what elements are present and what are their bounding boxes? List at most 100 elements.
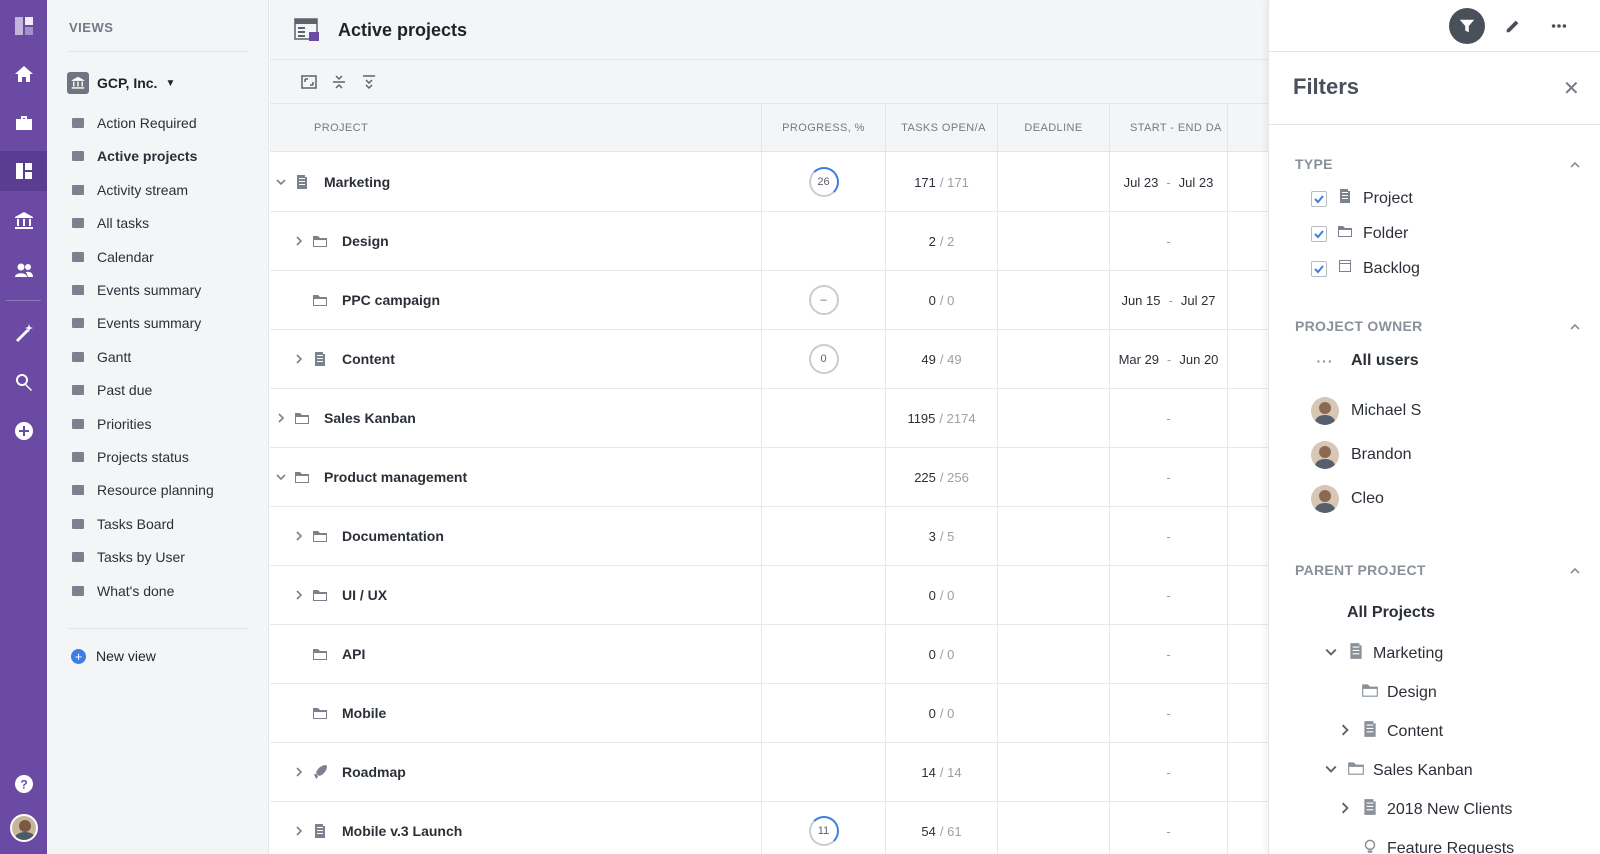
edit-icon[interactable]	[1495, 8, 1531, 44]
chevron-right-icon[interactable]	[292, 765, 306, 779]
type-filter-option[interactable]: Backlog	[1311, 258, 1420, 279]
logo-icon[interactable]	[0, 6, 47, 46]
project-name[interactable]: UI / UX	[342, 587, 387, 603]
expand-fullscreen-icon[interactable]	[300, 73, 318, 91]
chevron-right-icon[interactable]	[292, 234, 306, 248]
project-name[interactable]: API	[342, 646, 365, 662]
type-filter-option[interactable]: Folder	[1311, 223, 1408, 244]
view-item[interactable]: Tasks Board	[71, 512, 174, 536]
view-item[interactable]: Events summary	[71, 311, 201, 335]
view-item[interactable]: Active projects	[71, 144, 197, 168]
project-name[interactable]: Roadmap	[342, 764, 406, 780]
chevron-up-icon[interactable]	[1569, 564, 1581, 576]
type-filter-option[interactable]: Project	[1311, 188, 1413, 209]
checkbox-checked[interactable]	[1311, 190, 1327, 207]
project-name[interactable]: Marketing	[324, 174, 390, 190]
checkbox-checked[interactable]	[1311, 260, 1327, 277]
view-item[interactable]: Events summary	[71, 278, 201, 302]
help-icon[interactable]: ?	[0, 764, 47, 804]
table-row[interactable]: PPC campaign – 0/ 0 Jun 15- Jul 27	[270, 270, 1268, 330]
tree-item[interactable]: Content	[1339, 720, 1443, 743]
column-start-end[interactable]: START - END DA	[1110, 104, 1228, 152]
more-icon[interactable]	[1541, 8, 1577, 44]
user-avatar[interactable]	[0, 808, 47, 848]
search-icon[interactable]	[0, 362, 47, 402]
view-item[interactable]: Action Required	[71, 111, 197, 135]
view-item[interactable]: Calendar	[71, 245, 154, 269]
view-item[interactable]: All tasks	[71, 211, 149, 235]
tree-all-projects[interactable]: All Projects	[1347, 604, 1435, 622]
type-section-title[interactable]: TYPE	[1295, 156, 1333, 172]
project-name[interactable]: Product management	[324, 469, 467, 485]
chevron-right-icon[interactable]	[1339, 723, 1353, 741]
owner-option[interactable]: Michael S	[1311, 397, 1421, 425]
table-row[interactable]: API 0/ 0 -	[270, 624, 1268, 684]
briefcase-icon[interactable]	[0, 103, 47, 143]
org-switcher[interactable]: GCP, Inc. ▼	[67, 72, 175, 94]
project-name[interactable]: Mobile	[342, 705, 386, 721]
view-item[interactable]: Past due	[71, 378, 152, 402]
table-row[interactable]: Sales Kanban 1195/ 2174 -	[270, 388, 1268, 448]
view-item[interactable]: Activity stream	[71, 178, 188, 202]
table-row[interactable]: Documentation 3/ 5 -	[270, 506, 1268, 566]
view-item[interactable]: What's done	[71, 579, 174, 603]
table-row[interactable]: UI / UX 0/ 0 -	[270, 565, 1268, 625]
bank-icon[interactable]	[0, 201, 47, 241]
table-row[interactable]: Design 2/ 2 -	[270, 211, 1268, 271]
chevron-right-icon[interactable]	[1339, 801, 1353, 819]
tree-item[interactable]: 2018 New Clients	[1339, 798, 1512, 821]
tree-item[interactable]: Marketing	[1325, 642, 1443, 665]
project-name[interactable]: Design	[342, 233, 389, 249]
column-progress[interactable]: PROGRESS, %	[762, 104, 886, 152]
project-name[interactable]: Documentation	[342, 528, 444, 544]
chevron-down-icon[interactable]	[274, 175, 288, 189]
tree-item[interactable]: Design	[1339, 681, 1437, 704]
view-item[interactable]: Resource planning	[71, 478, 214, 502]
chevron-right-icon[interactable]	[292, 824, 306, 838]
owner-option[interactable]: Brandon	[1311, 441, 1412, 469]
chevron-down-icon[interactable]	[1325, 762, 1339, 780]
new-view-button[interactable]: + New view	[71, 648, 156, 664]
chevron-right-icon[interactable]	[292, 529, 306, 543]
column-project[interactable]: PROJECT	[270, 104, 762, 152]
view-item[interactable]: Tasks by User	[71, 545, 185, 569]
view-item[interactable]: Projects status	[71, 445, 189, 469]
chevron-up-icon[interactable]	[1569, 158, 1581, 170]
project-name[interactable]: PPC campaign	[342, 292, 440, 308]
checkbox-checked[interactable]	[1311, 225, 1327, 242]
table-row[interactable]: Product management 225/ 256 -	[270, 447, 1268, 507]
tree-item[interactable]: Feature Requests	[1339, 837, 1514, 854]
column-deadline[interactable]: DEADLINE	[998, 104, 1110, 152]
chevron-down-icon[interactable]	[274, 470, 288, 484]
view-item[interactable]: Gantt	[71, 345, 131, 369]
magic-wand-icon[interactable]	[0, 313, 47, 353]
dashboard-icon[interactable]	[0, 151, 47, 191]
collapse-rows-icon[interactable]	[330, 73, 348, 91]
close-icon[interactable]: ✕	[1563, 76, 1580, 101]
filter-icon[interactable]	[1449, 8, 1485, 44]
home-icon[interactable]	[0, 54, 47, 94]
parent-section-title[interactable]: PARENT PROJECT	[1295, 562, 1426, 578]
project-name[interactable]: Mobile v.3 Launch	[342, 823, 462, 839]
expand-rows-icon[interactable]	[360, 73, 378, 91]
chevron-down-icon[interactable]	[1325, 645, 1339, 663]
project-name[interactable]: Content	[342, 351, 395, 367]
view-item[interactable]: Priorities	[71, 412, 151, 436]
chevron-right-icon[interactable]	[292, 352, 306, 366]
users-icon[interactable]	[0, 250, 47, 290]
owner-all-users[interactable]: ··· All users	[1311, 352, 1419, 370]
add-icon[interactable]	[0, 411, 47, 451]
table-row[interactable]: Marketing 26 171/ 171 Jul 23- Jul 23	[270, 152, 1268, 212]
chevron-right-icon[interactable]	[292, 588, 306, 602]
table-row[interactable]: Mobile 0/ 0 -	[270, 683, 1268, 743]
chevron-up-icon[interactable]	[1569, 320, 1581, 332]
owner-section-title[interactable]: PROJECT OWNER	[1295, 318, 1423, 334]
owner-option[interactable]: Cleo	[1311, 485, 1384, 513]
project-name[interactable]: Sales Kanban	[324, 410, 416, 426]
chevron-right-icon[interactable]	[274, 411, 288, 425]
table-row[interactable]: Content 0 49/ 49 Mar 29- Jun 20	[270, 329, 1268, 389]
table-row[interactable]: Roadmap 14/ 14 -	[270, 742, 1268, 802]
tree-item[interactable]: Sales Kanban	[1325, 759, 1473, 782]
table-row[interactable]: Mobile v.3 Launch 11 54/ 61 -	[270, 801, 1268, 854]
column-tasks[interactable]: TASKS OPEN/A	[886, 104, 998, 152]
